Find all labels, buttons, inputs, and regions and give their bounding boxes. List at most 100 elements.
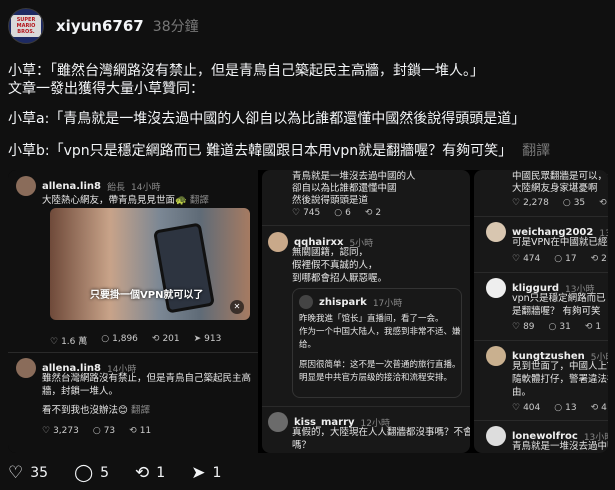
panel1-comment-count: ○ 1,896 bbox=[101, 334, 138, 347]
panel3-post1-like: ♡ 474 bbox=[512, 254, 540, 264]
panel3-top-like: ♡ 2,278 bbox=[512, 198, 549, 208]
panel2-top-comment: ○ 6 bbox=[334, 208, 351, 218]
repost-icon: ⟲ bbox=[151, 334, 160, 344]
comment-icon: ○ bbox=[548, 322, 557, 332]
heart-icon: ♡ bbox=[8, 462, 24, 483]
quote-header: zhispark 17小時 bbox=[299, 295, 402, 309]
panel3-post1-line1: 可是VPN在中國就已經違法了欸 bbox=[512, 237, 608, 248]
panel3-top-actions: ♡2,278 ○35 ⟲7 bbox=[512, 198, 608, 208]
panel1-post1-tag: 飴長 bbox=[106, 182, 125, 193]
panel3-post1-repost-value: 2 bbox=[601, 254, 607, 264]
quote-line2: 作为一个中国大陆人，我感到非常不适、嫌 bbox=[299, 327, 461, 337]
repost-icon: ⟲ bbox=[364, 208, 373, 218]
panel3-top-like-value: 2,278 bbox=[523, 198, 549, 208]
panel3-post3-repost-value: 4 bbox=[601, 403, 607, 413]
panel3-post1-comment-value: 17 bbox=[565, 254, 577, 264]
panel1-post1-text: 大陸熱心網友，帶青鳥見見世面🐢 翻譯 bbox=[42, 194, 209, 207]
panel3-post1-like-value: 474 bbox=[523, 254, 541, 264]
timestamp[interactable]: 38分鐘 bbox=[153, 19, 199, 35]
panel1-share-value: 913 bbox=[204, 334, 222, 344]
post-header: SUPER MARIO BROS. xiyun6767 38分鐘 bbox=[8, 6, 199, 46]
panel1-video: 只要掛一個VPN就可以了 ✕ bbox=[50, 208, 250, 320]
heart-icon: ♡ bbox=[50, 337, 59, 347]
panel1-post2-line3: 看不到我也沒辦法😊 翻譯 bbox=[42, 404, 150, 417]
panel1-post2-comment: ○ 73 bbox=[93, 426, 115, 436]
panel1-post2-avatar bbox=[16, 358, 36, 378]
panel1-post2-actions: ♡ 3,273 ○ 73 ⟲ 11 bbox=[42, 426, 151, 436]
panel3-post2-like-value: 89 bbox=[523, 322, 535, 332]
quote-line5: 明显是中共官方层级的接洽和流程安排。 bbox=[299, 373, 453, 383]
panel2-post2-line1: 真假的，大陸現在人人翻牆都沒事嗎？不會被檢舉 bbox=[292, 427, 470, 438]
panel3-top-line2: 大陸網友身家堪憂啊 bbox=[512, 183, 598, 194]
panel1-post1-translate: 翻譯 bbox=[189, 195, 209, 206]
panel3-post2-repost: ⟲ 1 bbox=[585, 322, 601, 332]
panel1-post2-like: ♡ 3,273 bbox=[42, 426, 79, 436]
panel3-post1-repost: ⟲ 2 bbox=[591, 254, 607, 264]
panel1-post2-line2: 牆，封鎖一堆人。 bbox=[42, 386, 119, 397]
panel2-divider-2 bbox=[262, 406, 470, 407]
panel1-like-count: ♡ 1.6 萬 bbox=[50, 334, 87, 347]
panel3-divider-1 bbox=[474, 216, 608, 217]
share-button[interactable]: ➤ 1 bbox=[191, 464, 221, 482]
panel3-post2-comment: ○ 31 bbox=[549, 322, 571, 332]
comment-icon: ◯ bbox=[74, 462, 94, 483]
heart-icon: ♡ bbox=[42, 426, 51, 436]
like-button[interactable]: ♡ 35 bbox=[8, 462, 49, 483]
panel1-like-value: 1.6 萬 bbox=[61, 337, 88, 347]
post-action-bar: ♡ 35 ◯ 5 ⟲ 1 ➤ 1 bbox=[8, 461, 221, 485]
panel3-post3-line1: 見到世面了，中國人上YouTube bbox=[512, 361, 608, 372]
panel3-post3-line3: 由。 bbox=[512, 387, 532, 398]
panel3-post2-like: ♡ 89 bbox=[512, 322, 535, 332]
image-panel-2: 青鳥就是一堆沒去過中國的人 卻自以為比誰都還懂中國 然後說得頭頭是道 ♡ 745 … bbox=[262, 170, 470, 453]
post-line-1: 小草：「雖然台灣網路沒有禁止，但是青鳥自己築起民主高牆，封鎖一堆人。」 bbox=[8, 63, 484, 79]
comment-button[interactable]: ◯ 5 bbox=[74, 462, 109, 483]
post-image[interactable]: allena.lin8 飴長 14小時 大陸熱心網友，帶青鳥見見世面🐢 翻譯 只… bbox=[8, 170, 608, 453]
panel2-top-comment-value: 6 bbox=[345, 208, 351, 218]
panel2-post1-line3: 到哪都會招人厭惡喔。 bbox=[292, 273, 388, 284]
panel3-post3-line2: 隨軟體打仔，警署違法被處罰的 bbox=[512, 374, 608, 385]
panel3-post2-line2: 是翻牆喔？ 有夠可笑 bbox=[512, 306, 601, 317]
comment-icon: ○ bbox=[562, 198, 571, 208]
panel1-post2-like-value: 3,273 bbox=[53, 426, 79, 436]
panel1-divider bbox=[8, 352, 258, 353]
panel3-post2-repost-value: 1 bbox=[595, 322, 602, 332]
post-line-2: 文章一發出獲得大量小草贊同： bbox=[8, 81, 204, 97]
username[interactable]: xiyun6767 bbox=[56, 17, 144, 35]
panel3-post3-comment: ○ 13 bbox=[554, 403, 576, 413]
quote-avatar bbox=[299, 295, 313, 309]
panel1-post1-text-main: 大陸熱心網友，帶青鳥見見世面🐢 bbox=[42, 195, 187, 206]
panel3-post3-repost: ⟲ 4 bbox=[591, 403, 607, 413]
like-count: 35 bbox=[30, 465, 49, 481]
panel2-post2-line2: 嗎？ bbox=[292, 440, 312, 451]
translate-link[interactable]: 翻譯 bbox=[522, 143, 550, 159]
post-line-3: 小草a:「青鳥就是一堆沒去過中國的人卻自以為比誰都還懂中國然後說得頭頭是道」 bbox=[8, 111, 526, 127]
panel2-post2-avatar bbox=[268, 412, 288, 432]
heart-icon: ♡ bbox=[512, 198, 521, 208]
panel2-post1-line2: 假裡假不真誠的人， bbox=[292, 260, 378, 271]
repost-icon: ⟲ bbox=[590, 254, 599, 264]
repost-button[interactable]: ⟲ 1 bbox=[135, 462, 165, 483]
avatar[interactable]: SUPER MARIO BROS. bbox=[8, 8, 44, 44]
panel3-post2-comment-value: 31 bbox=[559, 322, 571, 332]
panel3-divider-4 bbox=[474, 420, 608, 421]
panel1-post1-header: allena.lin8 飴長 14小時 bbox=[16, 176, 160, 196]
quote-name: zhispark bbox=[319, 296, 367, 308]
image-panel-3: 中國民眾翻牆是可以，但沒這麼 大陸網友身家堪憂啊 ♡2,278 ○35 ⟲7 w… bbox=[474, 170, 608, 453]
panel1-post2-repost-value: 11 bbox=[139, 426, 152, 436]
panel3-top-comment-value: 35 bbox=[573, 198, 586, 208]
repost-icon: ⟲ bbox=[135, 462, 150, 483]
panel3-post2-actions: ♡ 89 ○ 31 ⟲ 1 bbox=[512, 322, 601, 332]
panel2-top-like-value: 745 bbox=[303, 208, 321, 218]
post-line-4-text: 小草b:「vpn只是穩定網路而已 難道去韓國跟日本用vpn就是翻牆喔？有夠可笑」 bbox=[8, 143, 513, 159]
avatar-text-3: BROS. bbox=[17, 29, 35, 35]
avatar-logo: SUPER MARIO BROS. bbox=[11, 15, 41, 37]
heart-icon: ♡ bbox=[512, 254, 521, 264]
repost-icon: ⟲ bbox=[590, 403, 599, 413]
post-line-4: 小草b:「vpn只是穩定網路而已 難道去韓國跟日本用vpn就是翻牆喔？有夠可笑」… bbox=[8, 142, 550, 160]
image-panel-1: allena.lin8 飴長 14小時 大陸熱心網友，帶青鳥見見世面🐢 翻譯 只… bbox=[8, 170, 258, 453]
panel3-top-comment: ○ 35 bbox=[563, 198, 585, 208]
comment-icon: ○ bbox=[92, 426, 101, 436]
heart-icon: ♡ bbox=[292, 208, 301, 218]
comment-icon: ○ bbox=[554, 403, 563, 413]
video-subtitle: 只要掛一個VPN就可以了 bbox=[90, 290, 204, 301]
